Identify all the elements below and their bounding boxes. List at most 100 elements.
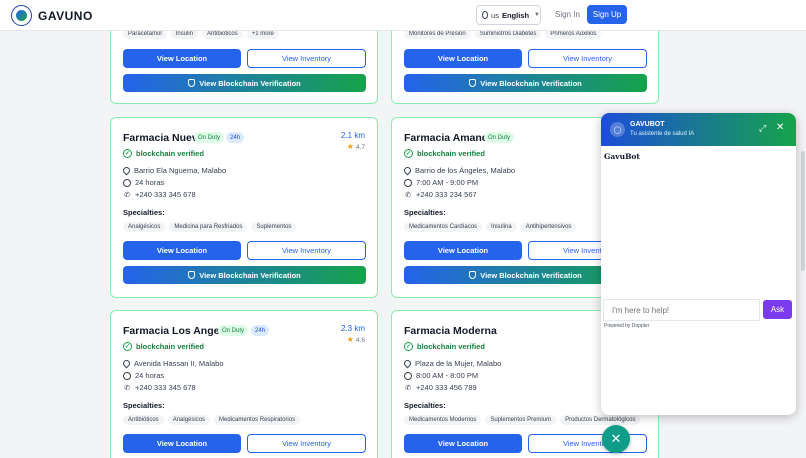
specialties-heading: Specialties: [404,401,446,410]
close-chat-fab[interactable]: ✕ [602,425,630,453]
view-location-button[interactable]: View Location [123,49,241,68]
rating-value: 4.7 [355,144,365,151]
phone-icon: ✆ [405,384,411,392]
chat-subtitle: Tu asistente de salud IA [630,131,695,137]
powered-by: Powered by Doppler [604,323,650,329]
specialties-heading: Specialties: [404,208,446,217]
sign-in-link[interactable]: Sign In [555,10,580,19]
verified-status: ✓ blockchain verified [404,342,485,351]
24h-badge: 24h [226,132,245,143]
view-inventory-button[interactable]: View Inventory [247,241,366,260]
view-location-button[interactable]: View Location [404,434,522,453]
verified-label: blockchain verified [417,149,485,158]
map-pin-icon [402,358,413,369]
specialty-tag: Medicina para Resfriados [169,222,248,232]
view-inventory-button[interactable]: View Inventory [528,49,647,68]
map-pin-icon [121,165,132,176]
view-location-button[interactable]: View Location [123,241,241,260]
specialty-tag: Medicamentos Respiratorios [214,415,301,425]
shield-icon [469,271,477,279]
verified-label: blockchain verified [417,342,485,351]
sign-up-button[interactable]: Sign Up [587,5,627,24]
on-duty-badge: On Duty [218,325,249,336]
top-navbar: GAVUNO us English ▼ Sign In Sign Up [0,0,806,31]
map-pin-icon [402,165,413,176]
check-circle-icon: ✓ [404,149,413,158]
hours: 24 horas [123,371,164,380]
specialty-tag: Insulina [486,222,517,232]
view-location-button[interactable]: View Location [404,49,522,68]
scrollbar-thumb[interactable] [801,151,805,271]
phone-text: +240 333 234 567 [416,190,477,199]
blockchain-label: View Blockchain Verification [199,270,301,280]
shield-icon [469,79,477,87]
verified-status: ✓ blockchain verified [404,149,485,158]
specialty-tags: Analgésicos Medicina para Resfriados Sup… [123,222,297,232]
specialty-tag: Suplementos [251,222,297,232]
check-circle-icon: ✓ [123,149,132,158]
rating: ★ 4.7 [347,142,365,151]
close-icon: ✕ [610,431,622,446]
phone-icon: ✆ [405,191,411,199]
on-duty-badge: On Duty [484,132,515,143]
specialty-tag: Productos Dermatológicos [560,415,641,425]
brand-name[interactable]: GAVUNO [38,9,93,23]
address-text: Barrio de los Ángeles, Malabo [415,166,516,175]
verified-label: blockchain verified [136,149,204,158]
specialty-tag: Suplementos Premium [485,415,557,425]
view-location-button[interactable]: View Location [404,241,522,260]
specialty-tag: Antibióticos [123,415,164,425]
on-duty-badge: On Duty [194,132,225,143]
view-location-button[interactable]: View Location [123,434,241,453]
view-inventory-button[interactable]: View Inventory [247,49,366,68]
chat-input[interactable] [603,299,760,321]
blockchain-label: View Blockchain Verification [199,78,301,88]
ask-button[interactable]: Ask [763,300,792,319]
verified-status: ✓ blockchain verified [123,342,204,351]
star-icon: ★ [346,142,354,151]
phone: ✆ +240 333 234 567 [404,190,477,199]
blockchain-label: View Blockchain Verification [480,78,582,88]
chevron-down-icon: ▼ [534,12,540,18]
specialty-tag: Medicamentos Modernos [404,415,482,425]
blockchain-label: View Blockchain Verification [480,270,582,280]
expand-icon[interactable]: ⤢ [759,123,766,134]
specialty-tags: Medicamentos Cardíacos Insulina Antihipe… [404,222,577,232]
view-inventory-button[interactable]: View Inventory [247,434,366,453]
specialty-tag: Antihipertensivos [520,222,577,232]
phone: ✆ +240 333 345 678 [123,190,196,199]
blockchain-verification-button[interactable]: View Blockchain Verification [123,266,366,284]
specialty-tag: Analgésicos [123,222,166,232]
specialties-heading: Specialties: [123,208,165,217]
specialties-heading: Specialties: [123,401,165,410]
blockchain-verification-button[interactable]: View Blockchain Verification [123,74,366,92]
language-label: English [501,10,530,20]
pharmacy-name: Farmacia Nueva [123,132,204,144]
24h-badge: 24h [251,325,270,336]
blockchain-verification-button[interactable]: View Blockchain Verification [404,74,647,92]
specialty-tags: Medicamentos Modernos Suplementos Premiu… [404,415,641,425]
star-icon: ★ [346,335,354,344]
distance: 2.1 km [340,131,365,140]
hours-text: 8:00 AM - 8:00 PM [416,371,479,380]
phone: ✆ +240 333 345 678 [123,383,196,392]
pharmacy-card-nueva: Farmacia Nueva On Duty 24h 2.1 km ★ 4.7 ✓… [110,117,378,298]
language-selector[interactable]: us English ▼ [476,5,541,25]
clock-icon [404,178,412,187]
specialty-tags: Antibióticos Analgésicos Medicamentos Re… [123,415,301,425]
address: Barrio Ela Nguema, Malabo [121,165,226,176]
close-icon[interactable]: ✕ [776,122,784,133]
pharmacy-name: Farmacia Amanda [404,132,495,144]
globe-icon [482,11,489,19]
hours: 24 horas [123,178,164,187]
check-circle-icon: ✓ [123,342,132,351]
gavuno-logo[interactable] [11,5,32,26]
clock-icon [123,178,131,187]
shield-icon [188,79,196,87]
page-scrollbar[interactable] [800,31,806,458]
distance: 2.3 km [340,324,365,333]
hours-text: 7:00 AM - 9:00 PM [416,178,479,187]
phone: ✆ +240 333 456 789 [404,383,477,392]
language-code: us [491,10,499,20]
phone-icon: ✆ [124,384,130,392]
